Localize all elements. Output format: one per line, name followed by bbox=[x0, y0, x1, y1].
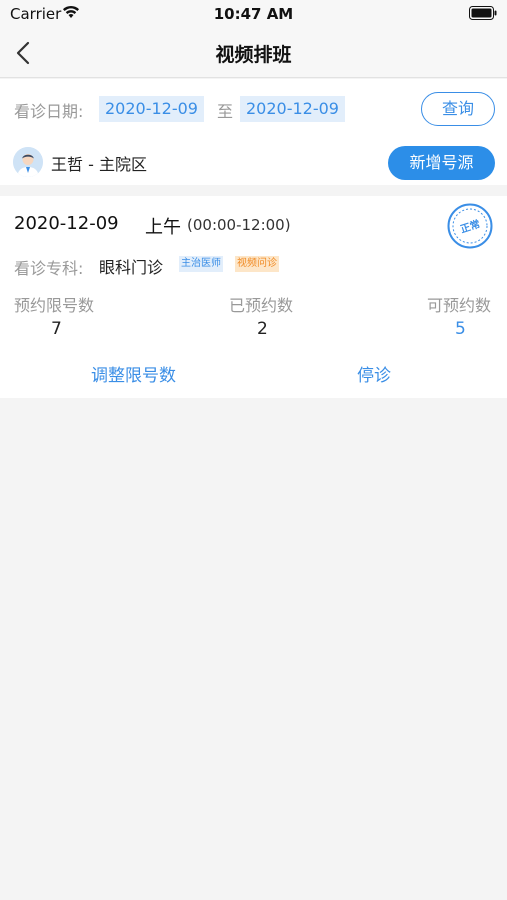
add-source-button[interactable]: 新增号源 bbox=[388, 146, 495, 180]
stat-booking-limit: 预约限号数 7 bbox=[14, 292, 124, 339]
query-button[interactable]: 查询 bbox=[421, 92, 495, 126]
battery-icon bbox=[469, 6, 497, 20]
navigation-bar: 视频排班 bbox=[0, 28, 507, 78]
filter-section: 看诊日期: 2020-12-09 至 2020-12-09 查询 王哲 - 主院… bbox=[0, 79, 507, 185]
video-consult-tag: 视频问诊 bbox=[235, 256, 279, 272]
doctor-title-tag: 主治医师 bbox=[179, 256, 223, 272]
clock: 10:47 AM bbox=[213, 5, 294, 23]
stat-value: 7 bbox=[51, 319, 62, 339]
doctor-avatar-icon bbox=[13, 147, 43, 177]
date-range-separator: 至 bbox=[217, 102, 234, 121]
stat-value: 5 bbox=[455, 319, 466, 339]
page-title: 视频排班 bbox=[215, 44, 292, 66]
adjust-limit-button[interactable]: 调整限号数 bbox=[91, 361, 176, 386]
schedule-time-range: (00:00-12:00) bbox=[187, 216, 291, 234]
status-bar: Carrier 10:47 AM bbox=[0, 0, 507, 28]
doctor-name-area: 王哲 - 主院区 bbox=[51, 155, 147, 174]
stat-label: 已预约数 bbox=[229, 296, 294, 315]
status-stamp-icon: 正常 bbox=[447, 203, 493, 249]
status-stamp-text: 正常 bbox=[459, 217, 482, 236]
department-value: 眼科门诊 bbox=[99, 258, 164, 277]
stat-label: 可预约数 bbox=[427, 296, 492, 315]
schedule-date: 2020-12-09 bbox=[14, 213, 119, 234]
end-date-picker[interactable]: 2020-12-09 bbox=[240, 96, 345, 122]
stat-available: 可预约数 5 bbox=[427, 292, 507, 339]
avatar bbox=[13, 147, 43, 177]
start-date-picker[interactable]: 2020-12-09 bbox=[99, 96, 204, 122]
stat-value: 2 bbox=[257, 319, 268, 339]
department-label: 看诊专科: bbox=[14, 259, 84, 278]
stat-booked: 已预约数 2 bbox=[229, 292, 339, 339]
stat-label: 预约限号数 bbox=[14, 296, 95, 315]
visit-date-label: 看诊日期: bbox=[14, 102, 84, 121]
stop-clinic-button[interactable]: 停诊 bbox=[357, 361, 391, 386]
schedule-card: 2020-12-09 上午 (00:00-12:00) 正常 看诊专科: 眼科门… bbox=[0, 196, 507, 398]
schedule-period: 上午 bbox=[145, 217, 181, 238]
